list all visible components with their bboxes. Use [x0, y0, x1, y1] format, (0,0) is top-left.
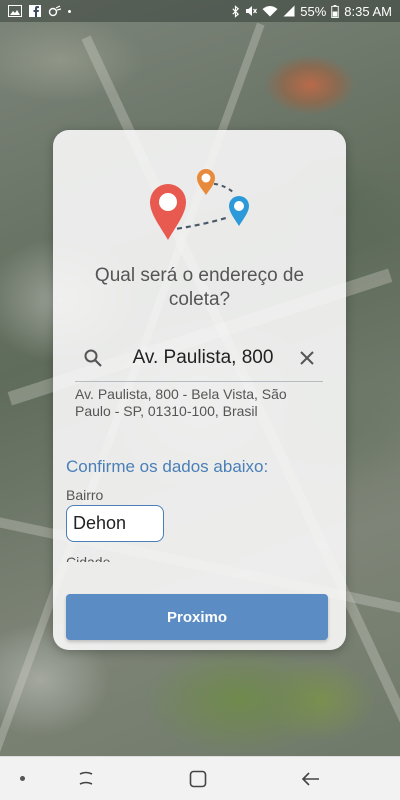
gallery-icon [8, 5, 22, 17]
tracking-icon [48, 5, 62, 17]
next-button[interactable]: Proximo [66, 594, 328, 640]
wifi-icon [262, 6, 278, 17]
nav-dot-icon [20, 776, 25, 781]
confirm-heading: Confirme os dados abaixo: [66, 457, 269, 476]
battery-level: 55% [300, 3, 327, 19]
question-heading: Qual será o endereço de coleta? [94, 265, 305, 310]
close-icon[interactable] [297, 348, 317, 368]
notification-dot [68, 9, 71, 13]
back-icon[interactable] [300, 768, 322, 790]
home-icon[interactable] [188, 769, 208, 789]
address-search-input[interactable] [117, 344, 289, 372]
bluetooth-icon [232, 4, 240, 18]
facebook-icon [29, 5, 41, 17]
search-icon [84, 349, 102, 367]
battery-icon [331, 4, 340, 18]
address-suggestion[interactable]: Av. Paulista, 800 - Bela Vista, São Paul… [75, 386, 315, 420]
mute-icon [246, 6, 258, 16]
bairro-input[interactable] [66, 505, 164, 542]
navigation-bar [0, 756, 400, 800]
pickup-address-card: Qual será o endereço de coleta? Av. Paul… [53, 130, 346, 650]
route-pins-icon [150, 169, 249, 240]
address-search-field[interactable] [75, 336, 323, 382]
recents-icon[interactable] [74, 768, 98, 790]
bairro-label: Bairro [66, 487, 104, 503]
status-bar: 55% 8:35 AM [0, 0, 400, 22]
clock: 8:35 AM [344, 3, 392, 19]
signal-icon [283, 5, 295, 17]
cidade-label: Cidade [66, 554, 111, 562]
